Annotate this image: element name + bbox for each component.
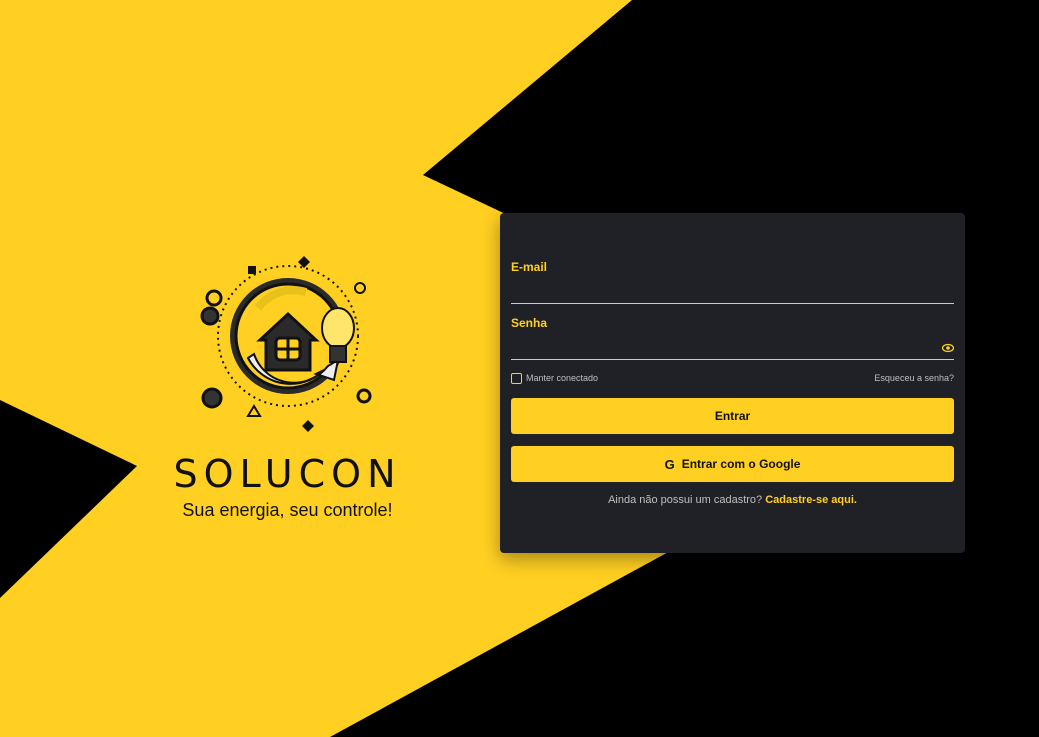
- brand-tagline: Sua energia, seu controle!: [182, 500, 393, 520]
- email-underline: [511, 303, 954, 304]
- brand-block: SOLUCON Sua energia, seu controle!: [170, 248, 405, 521]
- login-options-row: Manter conectado Esqueceu a senha?: [511, 372, 954, 386]
- google-login-button[interactable]: G Entrar com o Google: [511, 446, 954, 482]
- google-icon: G: [664, 456, 675, 472]
- signup-row: Ainda não possui um cadastro? Cadastre-s…: [500, 494, 965, 506]
- brand-name: SOLUCON: [173, 452, 402, 496]
- signup-prompt: Ainda não possui um cadastro?: [608, 494, 763, 506]
- forgot-password-link[interactable]: Esqueceu a senha?: [874, 373, 954, 383]
- password-field[interactable]: [511, 339, 935, 359]
- google-login-label: Entrar com o Google: [681, 457, 801, 471]
- email-field[interactable]: [511, 283, 935, 303]
- house-lightbulb-logo-icon: [200, 256, 371, 432]
- login-button-label: Entrar: [714, 409, 751, 423]
- eye-icon[interactable]: [941, 341, 955, 353]
- remember-checkbox[interactable]: [511, 373, 522, 384]
- login-button[interactable]: Entrar: [511, 398, 954, 434]
- login-card: E-mail Senha Manter conectado Esqueceu a…: [500, 213, 965, 553]
- password-underline: [511, 359, 954, 360]
- email-label: E-mail: [511, 260, 548, 274]
- password-label: Senha: [511, 316, 548, 330]
- signup-link[interactable]: Cadastre-se aqui.: [765, 494, 857, 506]
- remember-label[interactable]: Manter conectado: [526, 373, 598, 383]
